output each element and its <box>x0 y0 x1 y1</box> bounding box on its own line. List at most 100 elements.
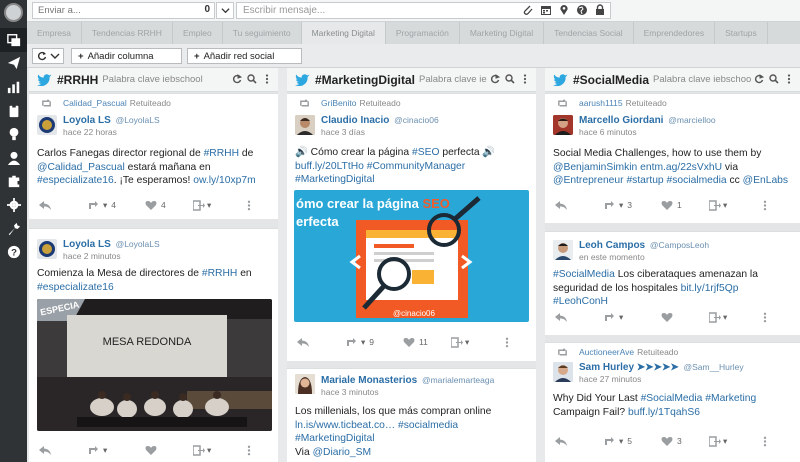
reply-button[interactable] <box>39 200 51 211</box>
hashtag-link[interactable]: #especializate16 <box>37 282 114 293</box>
more-options-button[interactable] <box>247 200 251 211</box>
attachment-icon[interactable] <box>522 4 534 16</box>
author-handle[interactable]: @LoyolaLS <box>116 115 160 125</box>
tweet-card[interactable]: aarush1115 Retuiteado Marcello Giordani … <box>545 93 800 223</box>
hashtag-link[interactable]: #MarketingDigital <box>295 433 375 444</box>
settings-gear-icon[interactable] <box>0 193 27 217</box>
refresh-icon[interactable] <box>490 74 500 84</box>
streams-nav-icon[interactable] <box>0 28 27 52</box>
retweet-button[interactable]: ▾ 5 <box>603 436 632 447</box>
hashtag-link[interactable]: #LeohConH <box>553 296 608 307</box>
tab-empleo[interactable]: Empleo <box>173 22 223 44</box>
hashtag-link[interactable]: #Marketing <box>705 393 756 404</box>
share-button[interactable]: ▾ <box>451 337 469 348</box>
reply-button[interactable] <box>39 445 51 456</box>
author-name[interactable]: Loyola LS <box>63 239 111 250</box>
like-button[interactable] <box>661 312 673 323</box>
retweet-button[interactable]: ▾ <box>87 445 107 456</box>
more-options-icon[interactable] <box>520 74 530 84</box>
tweet-photo[interactable]: ESPECIA MESA REDONDA <box>37 299 272 431</box>
mention-link[interactable]: @Calidad_Pascual <box>37 162 125 173</box>
url-link[interactable]: entm.ag/22sVxhU <box>640 162 722 173</box>
tab-marketing-digital-2[interactable]: Marketing Digital <box>460 22 545 44</box>
location-pin-icon[interactable] <box>558 4 570 16</box>
mention-link[interactable]: @Entrepreneur <box>553 175 624 186</box>
avatar[interactable] <box>295 374 315 394</box>
author-handle[interactable]: @marcielloo <box>668 115 715 125</box>
tweet-time[interactable]: hace 2 minutos <box>63 251 121 261</box>
more-options-button[interactable] <box>763 200 767 211</box>
url-link[interactable]: ln.is/www.ticbeat.co… <box>295 420 395 431</box>
author-handle[interactable]: @CamposLeoh <box>650 240 709 250</box>
like-button[interactable]: 11 <box>403 337 428 348</box>
share-button[interactable]: ▾ <box>193 445 211 456</box>
retweet-button[interactable]: ▾ 9 <box>345 337 374 348</box>
tweet-photo[interactable]: ómo crear la página SEO erfecta @cinacio… <box>294 190 529 322</box>
lock-icon[interactable] <box>594 4 606 16</box>
tweet-card[interactable]: AuctioneerAve Retuiteado Sam Hurley ➤➤➤➤… <box>545 342 800 462</box>
author-name[interactable]: Leoh Campos <box>579 240 645 251</box>
tab-emprendedores[interactable]: Emprendedores <box>634 22 716 44</box>
mention-link[interactable]: @EnLabs <box>743 175 788 186</box>
share-button[interactable]: ▾ <box>709 200 727 211</box>
publisher-nav-icon[interactable] <box>0 52 27 76</box>
hashtag-link[interactable]: #RRHH <box>202 268 237 279</box>
author-handle[interactable]: @cinacio06 <box>394 115 439 125</box>
tab-seguimiento[interactable]: Tu seguimiento <box>223 22 302 44</box>
retweet-button[interactable]: ▾ 3 <box>603 200 632 211</box>
hashtag-link[interactable]: #CommunityManager <box>367 161 465 172</box>
hashtag-link[interactable]: #SEO <box>412 147 439 158</box>
assignments-nav-icon[interactable] <box>0 99 27 123</box>
share-button[interactable]: ▾ <box>709 312 727 323</box>
apps-nav-icon[interactable] <box>0 170 27 194</box>
avatar[interactable] <box>37 115 57 135</box>
hashtag-link[interactable]: #socialmedia <box>398 420 458 431</box>
tweet-time[interactable]: hace 6 minutos <box>579 127 637 137</box>
more-options-icon[interactable] <box>262 74 272 84</box>
tab-tendencias-social[interactable]: Tendencias Social <box>544 22 634 44</box>
tweet-time[interactable]: hace 22 horas <box>63 127 117 137</box>
tweet-card[interactable]: Mariale Monasterios @marialemarteaga hac… <box>287 368 536 462</box>
more-options-button[interactable] <box>763 436 767 447</box>
tools-wrench-icon[interactable] <box>0 217 27 241</box>
retweet-button[interactable]: ▾ <box>603 312 623 323</box>
reply-button[interactable] <box>555 200 567 211</box>
tweet-time[interactable]: hace 3 días <box>321 127 365 137</box>
url-link[interactable]: bit.ly/1rjf5Qp <box>681 283 739 294</box>
tab-tendencias-rrhh[interactable]: Tendencias RRHH <box>82 22 173 44</box>
refresh-icon[interactable] <box>754 74 764 84</box>
avatar[interactable] <box>553 115 573 135</box>
author-handle[interactable]: @LoyolaLS <box>116 239 160 249</box>
url-link[interactable]: buff.ly/20LTtHo <box>295 161 364 172</box>
reply-button[interactable] <box>555 312 567 323</box>
tweet-time[interactable]: hace 3 minutos <box>321 387 379 397</box>
author-handle[interactable]: @marialemarteaga <box>422 375 494 385</box>
owl-logo[interactable] <box>4 3 23 22</box>
author-name[interactable]: Marcello Giordani <box>579 115 663 126</box>
profiles-dropdown-button[interactable] <box>216 2 234 19</box>
author-name[interactable]: Mariale Monasterios <box>321 375 417 386</box>
tab-programacion[interactable]: Programación <box>386 22 460 44</box>
share-button[interactable]: ▾ <box>709 436 727 447</box>
retweet-user[interactable]: AuctioneerAve <box>579 347 634 357</box>
tweet-card[interactable]: Calidad_Pascual Retuiteado Loyola LS @Lo… <box>29 93 278 219</box>
globe-icon[interactable] <box>576 4 588 16</box>
tweet-card[interactable]: GriBenito Retuiteado Claudio Inacio @cin… <box>287 93 536 361</box>
help-icon[interactable]: ? <box>0 240 27 264</box>
avatar[interactable] <box>37 239 57 259</box>
search-icon[interactable] <box>769 74 779 84</box>
author-name[interactable]: Loyola LS <box>63 115 111 126</box>
hashtag-link[interactable]: #SocialMedia <box>641 393 703 404</box>
add-column-button[interactable]: + Añadir columna <box>71 48 182 64</box>
avatar[interactable] <box>295 115 315 135</box>
tab-marketing-digital[interactable]: Marketing Digital <box>301 22 386 44</box>
more-options-button[interactable] <box>247 445 251 456</box>
mention-link[interactable]: @Diario_SM <box>313 447 372 458</box>
more-options-icon[interactable] <box>784 74 794 84</box>
retweet-user[interactable]: aarush1115 <box>579 98 623 108</box>
like-button[interactable] <box>145 445 157 456</box>
like-button[interactable]: 4 <box>145 200 166 211</box>
hashtag-link[interactable]: #RRHH <box>204 148 239 159</box>
share-button[interactable]: ▾ <box>193 200 211 211</box>
reply-button[interactable] <box>555 436 567 447</box>
